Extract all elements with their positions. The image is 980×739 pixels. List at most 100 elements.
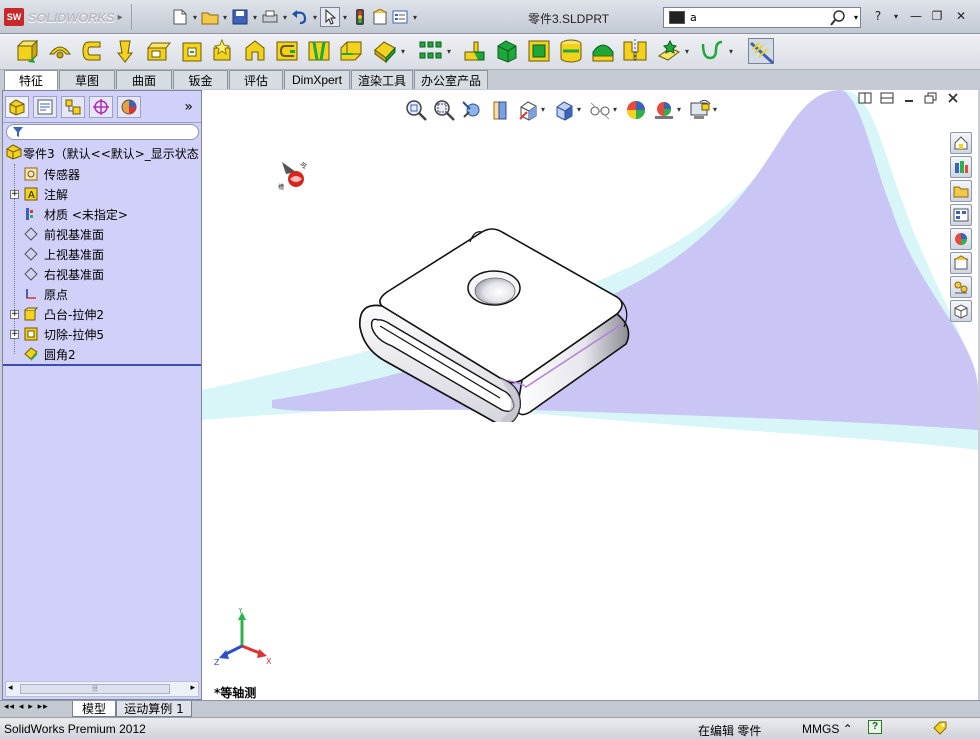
mirror-icon[interactable] [622, 38, 648, 64]
rebuild-icon[interactable] [350, 7, 370, 27]
tag-icon[interactable] [932, 720, 948, 739]
chevron-down-icon[interactable]: ▾ [538, 105, 548, 114]
previous-view-icon[interactable] [458, 96, 486, 124]
appearances-scenes-icon[interactable] [950, 228, 972, 250]
view-settings-icon[interactable]: ▾ [686, 96, 717, 124]
lofted-cut-icon[interactable] [306, 38, 332, 64]
configuration-manager-tab[interactable] [61, 95, 85, 118]
chevron-down-icon[interactable]: ▾ [398, 47, 408, 56]
tab-sheet-metal[interactable]: 钣金 [173, 70, 228, 89]
section-view-icon[interactable] [486, 96, 514, 124]
tab-evaluate[interactable]: 评估 [229, 70, 283, 89]
expand-icon[interactable]: + [10, 189, 19, 199]
3d-content-central-icon[interactable] [950, 300, 972, 322]
file-properties-icon[interactable] [370, 7, 390, 27]
scrollbar-thumb[interactable]: ⦙⦙⦙ [20, 684, 170, 694]
select-cursor-icon[interactable] [320, 7, 340, 27]
open-folder-icon[interactable] [200, 7, 220, 27]
file-explorer-icon[interactable] [950, 180, 972, 202]
close-button[interactable]: ✕ [953, 9, 969, 23]
restore-button[interactable]: ❐ [929, 9, 945, 23]
view-orientation-icon[interactable]: ▾ [514, 96, 545, 124]
chevron-down-icon[interactable]: ▾ [250, 13, 260, 22]
tree-item[interactable]: + A 注解 [3, 184, 201, 204]
chevron-down-icon[interactable]: ▾ [340, 13, 350, 22]
tree-filter-field[interactable] [6, 124, 199, 140]
doc-close-icon[interactable] [942, 90, 964, 106]
more-tabs-button[interactable]: » [184, 99, 193, 115]
apply-scene-icon[interactable]: ▾ [650, 96, 681, 124]
chevron-down-icon[interactable]: ▾ [280, 13, 290, 22]
tree-item[interactable]: 传感器 [3, 164, 201, 184]
chevron-down-icon[interactable]: ▾ [220, 13, 230, 22]
help-status-icon[interactable]: ? [868, 720, 882, 734]
view-palette-icon[interactable] [950, 204, 972, 226]
dome-icon[interactable] [590, 38, 616, 64]
doc-minimize-icon[interactable] [898, 90, 920, 106]
tree-item[interactable]: 前视基准面 [3, 224, 201, 244]
swept-boss-icon[interactable] [80, 38, 106, 64]
rib-icon[interactable] [462, 38, 488, 64]
instant3d-icon[interactable] [748, 38, 775, 65]
revolved-boss-icon[interactable] [47, 38, 73, 64]
tree-item[interactable]: 原点 [3, 284, 201, 304]
minimize-button[interactable]: — [908, 9, 924, 23]
swept-cut-icon[interactable] [274, 38, 300, 64]
tab-office-products[interactable]: 办公室产品 [414, 70, 488, 89]
undo-icon[interactable] [290, 7, 310, 27]
edit-appearance-icon[interactable] [622, 96, 650, 124]
lofted-boss-icon[interactable] [112, 38, 138, 64]
view-split-icon[interactable] [854, 90, 876, 106]
print-icon[interactable] [260, 7, 280, 27]
chevron-down-icon[interactable]: ▾ [726, 47, 736, 56]
linear-pattern-icon[interactable]: ▾ [418, 38, 451, 64]
part-model[interactable] [352, 222, 652, 422]
arrow-right-icon[interactable]: ▸ [190, 683, 195, 693]
tree-item[interactable]: + 切除-拉伸5 [3, 324, 201, 344]
horizontal-scrollbar[interactable]: ◂ ⦙⦙⦙ ▸ [5, 681, 199, 697]
dimxpert-manager-tab[interactable] [89, 95, 113, 118]
tab-features[interactable]: 特征 [4, 70, 58, 90]
unit-system-selector[interactable]: MMGS ⌃ [802, 722, 853, 736]
hide-show-items-icon[interactable]: ▾ [586, 96, 617, 124]
solidworks-resources-icon[interactable] [950, 132, 972, 154]
expand-icon[interactable]: + [10, 309, 19, 319]
chevron-down-icon[interactable]: ▾ [190, 13, 200, 22]
doc-restore-icon[interactable] [920, 90, 942, 106]
revolved-cut-icon[interactable] [242, 38, 268, 64]
feature-manager-tab[interactable] [5, 95, 29, 118]
search-input[interactable]: a [690, 11, 697, 24]
wrap-icon[interactable] [558, 38, 584, 64]
zoom-to-fit-icon[interactable] [402, 96, 430, 124]
solidworks-logo[interactable]: SW SOLIDWORKS ▸ [4, 8, 123, 26]
save-icon[interactable] [230, 7, 250, 27]
chevron-down-icon[interactable]: ▾ [888, 9, 904, 23]
chevron-down-icon[interactable]: ▾ [444, 47, 454, 56]
boundary-cut-icon[interactable] [338, 38, 364, 64]
display-style-icon[interactable]: ▾ [550, 96, 581, 124]
hole-wizard-icon[interactable] [210, 38, 236, 64]
zoom-to-area-icon[interactable] [430, 96, 458, 124]
extruded-cut-icon[interactable] [180, 38, 206, 64]
tab-model[interactable]: 模型 [72, 701, 116, 717]
display-manager-tab[interactable] [117, 95, 141, 118]
tab-render-tools[interactable]: 渲染工具 [351, 70, 413, 89]
options-icon[interactable] [390, 7, 410, 27]
draft-icon[interactable] [494, 38, 520, 64]
shell-icon[interactable] [526, 38, 552, 64]
chevron-down-icon[interactable]: ▾ [310, 13, 320, 22]
tab-sketch[interactable]: 草图 [59, 70, 115, 89]
graphics-area[interactable]: ▾ ▾ ▾ ▾ ▾ 令槽 Y X Z *等轴测 [202, 90, 978, 702]
tree-root-part[interactable]: 零件3（默认<<默认>_显示状态 [5, 144, 201, 162]
new-document-icon[interactable] [170, 7, 190, 27]
chevron-down-icon[interactable]: ▾ [854, 13, 858, 22]
tree-item[interactable]: 右视基准面 [3, 264, 201, 284]
search-icon[interactable] [830, 10, 846, 29]
boundary-boss-icon[interactable] [145, 38, 172, 64]
property-manager-tab[interactable] [33, 95, 57, 118]
tree-item[interactable]: 圆角2 [3, 344, 201, 364]
tree-item[interactable]: 材质 <未指定> [3, 204, 201, 224]
help-button[interactable]: ? [870, 9, 886, 23]
custom-properties-icon[interactable] [950, 252, 972, 274]
curves-icon[interactable]: ▾ [700, 38, 733, 64]
